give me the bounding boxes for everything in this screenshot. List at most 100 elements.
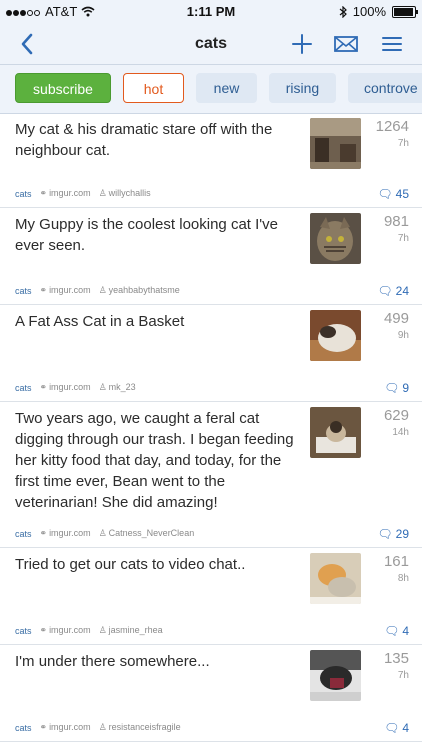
post-title[interactable]: I'm under there somewhere... <box>15 651 295 672</box>
post-age: 8h <box>397 573 409 584</box>
post-thumbnail[interactable] <box>310 407 361 458</box>
post-meta: cats ⚭ imgur.com ♙ willychallis <box>15 188 151 199</box>
post-author[interactable]: jasmine_rhea <box>109 625 163 635</box>
post-domain: imgur.com <box>49 285 91 295</box>
comments-button[interactable]: 🗨 9 <box>384 381 409 395</box>
hamburger-menu-icon <box>382 37 402 51</box>
post-age: 7h <box>397 138 409 149</box>
post-item[interactable]: Two years ago, we caught a feral cat dig… <box>0 402 422 548</box>
post-domain-group: ⚭ imgur.com <box>40 722 91 733</box>
post-domain-group: ⚭ imgur.com <box>40 188 91 199</box>
post-thumbnail[interactable] <box>310 310 361 361</box>
post-domain: imgur.com <box>49 528 91 538</box>
post-author-group: ♙ willychallis <box>99 188 151 199</box>
post-subreddit[interactable]: cats <box>15 383 32 393</box>
messages-button[interactable] <box>332 30 360 58</box>
comment-count: 9 <box>402 381 409 395</box>
post-subreddit[interactable]: cats <box>15 189 32 199</box>
user-icon: ♙ <box>98 722 107 732</box>
post-age: 14h <box>392 427 409 438</box>
sort-hot-tab[interactable]: hot <box>123 73 184 103</box>
post-age: 9h <box>397 330 409 341</box>
comment-count: 4 <box>402 721 409 735</box>
post-item[interactable]: My cat & his dramatic stare off with the… <box>0 113 422 208</box>
comments-button[interactable]: 🗨 4 <box>384 721 409 735</box>
battery-group: 100% <box>339 4 418 19</box>
post-domain-group: ⚭ imgur.com <box>40 528 91 539</box>
comments-button[interactable]: 🗨 4 <box>384 624 409 638</box>
menu-button[interactable] <box>378 30 406 58</box>
post-subreddit[interactable]: cats <box>15 529 32 539</box>
user-icon: ♙ <box>98 188 107 198</box>
post-age: 7h <box>397 233 409 244</box>
post-meta: cats ⚭ imgur.com ♙ jasmine_rhea <box>15 625 163 636</box>
bluetooth-icon <box>339 5 347 18</box>
comment-bubble-icon: 🗨 <box>377 284 393 298</box>
link-icon: ⚭ <box>39 722 48 732</box>
user-icon: ♙ <box>98 382 107 392</box>
post-domain: imgur.com <box>49 722 91 732</box>
post-item[interactable]: My Guppy is the coolest looking cat I've… <box>0 208 422 305</box>
post-item[interactable]: I'm under there somewhere... 135 7h cats… <box>0 645 422 742</box>
post-title[interactable]: Two years ago, we caught a feral cat dig… <box>15 408 295 513</box>
battery-percent: 100% <box>352 4 386 19</box>
link-icon: ⚭ <box>39 382 48 392</box>
user-icon: ♙ <box>98 285 107 295</box>
post-author[interactable]: Catness_NeverClean <box>109 528 195 538</box>
new-post-button[interactable] <box>288 30 316 58</box>
link-icon: ⚭ <box>39 188 48 198</box>
post-meta: cats ⚭ imgur.com ♙ mk_23 <box>15 382 136 393</box>
sort-bar: subscribe hot new rising controve <box>0 65 422 114</box>
comment-bubble-icon: 🗨 <box>384 381 400 395</box>
post-thumbnail[interactable] <box>310 553 361 604</box>
post-thumbnail[interactable] <box>310 213 361 264</box>
sort-new-tab[interactable]: new <box>196 73 257 103</box>
post-score: 499 <box>383 310 409 327</box>
user-icon: ♙ <box>98 528 107 538</box>
battery-icon <box>392 5 418 18</box>
post-item[interactable]: A Fat Ass Cat in a Basket 499 9h cats ⚭ i… <box>0 305 422 402</box>
comments-button[interactable]: 🗨 45 <box>377 187 409 201</box>
comments-button[interactable]: 🗨 29 <box>377 527 409 541</box>
post-domain-group: ⚭ imgur.com <box>40 285 91 296</box>
post-thumbnail[interactable] <box>310 118 361 169</box>
post-meta: cats ⚭ imgur.com ♙ Catness_NeverClean <box>15 528 194 539</box>
post-author[interactable]: resistanceisfragile <box>109 722 181 732</box>
comment-count: 4 <box>402 624 409 638</box>
plus-icon <box>292 34 312 54</box>
comment-count: 45 <box>395 187 409 201</box>
comment-bubble-icon: 🗨 <box>384 721 400 735</box>
status-bar: AT&T 1:11 PM 100% <box>0 0 422 24</box>
post-age: 7h <box>397 670 409 681</box>
post-domain: imgur.com <box>49 188 91 198</box>
post-title[interactable]: A Fat Ass Cat in a Basket <box>15 311 295 332</box>
post-author[interactable]: willychallis <box>109 188 151 198</box>
post-title[interactable]: Tried to get our cats to video chat.. <box>15 554 295 575</box>
comment-bubble-icon: 🗨 <box>377 527 393 541</box>
post-title[interactable]: My cat & his dramatic stare off with the… <box>15 119 295 161</box>
sort-rising-tab[interactable]: rising <box>269 73 336 103</box>
post-thumbnail[interactable] <box>310 650 361 701</box>
user-icon: ♙ <box>98 625 107 635</box>
comment-bubble-icon: 🗨 <box>377 187 393 201</box>
subscribe-button[interactable]: subscribe <box>15 73 111 103</box>
post-domain-group: ⚭ imgur.com <box>40 625 91 636</box>
post-item[interactable]: Tried to get our cats to video chat.. 16… <box>0 548 422 645</box>
post-subreddit[interactable]: cats <box>15 723 32 733</box>
post-title[interactable]: My Guppy is the coolest looking cat I've… <box>15 214 295 256</box>
link-icon: ⚭ <box>39 285 48 295</box>
comments-button[interactable]: 🗨 24 <box>377 284 409 298</box>
post-author-group: ♙ yeahbabythatsme <box>99 285 180 296</box>
post-author[interactable]: mk_23 <box>109 382 136 392</box>
post-meta: cats ⚭ imgur.com ♙ resistanceisfragile <box>15 722 181 733</box>
post-score: 135 <box>383 650 409 667</box>
post-subreddit[interactable]: cats <box>15 286 32 296</box>
post-subreddit[interactable]: cats <box>15 626 32 636</box>
link-icon: ⚭ <box>39 528 48 538</box>
post-score: 1264 <box>375 118 409 135</box>
envelope-icon <box>334 36 358 52</box>
sort-controversial-tab[interactable]: controve <box>348 73 422 103</box>
post-author[interactable]: yeahbabythatsme <box>109 285 180 295</box>
navigation-bar: cats <box>0 24 422 65</box>
post-author-group: ♙ resistanceisfragile <box>99 722 181 733</box>
